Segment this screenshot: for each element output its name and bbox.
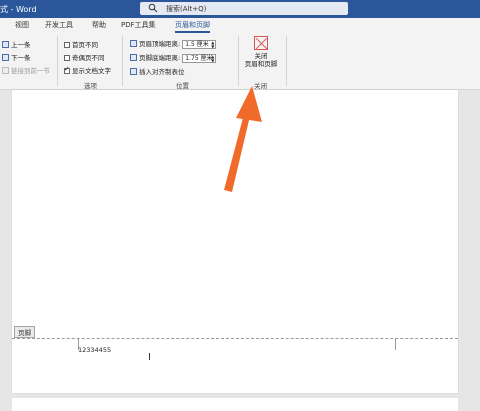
title-bar: 式 - Word 搜索(Alt+Q) [0, 0, 480, 18]
position-group-label: 位置 [176, 82, 189, 90]
footer-margin-corner-right [390, 338, 396, 350]
next-icon [2, 54, 9, 61]
close-label-line1: 关闭 [254, 52, 268, 60]
footer-from-bottom-input[interactable]: 1.75 厘米 ▲ ▼ [182, 53, 217, 63]
group-separator [286, 36, 287, 86]
group-separator [122, 36, 123, 86]
previous-icon [2, 41, 9, 48]
close-label-line2: 页眉和页脚 [244, 60, 278, 68]
different-odd-even-checkbox[interactable]: 奇偶页不同 [64, 52, 105, 62]
tab-help[interactable]: 帮助 [92, 20, 106, 30]
checkbox-label: 显示文档文字 [72, 67, 111, 75]
footer-text[interactable]: 12334455 [78, 346, 111, 354]
spinner-arrows-icon[interactable]: ▲ ▼ [211, 40, 214, 49]
checkbox-box [64, 55, 70, 61]
next-label: 下一条 [11, 54, 31, 62]
insert-alignment-tab-label: 插入对齐制表位 [139, 68, 185, 76]
header-from-top-value: 1.5 厘米 [185, 40, 209, 48]
next-button[interactable]: 下一条 [2, 52, 31, 62]
header-from-top-control: 页眉顶端距离: 1.5 厘米 ▲ ▼ [130, 38, 217, 49]
footer-tag: 页脚 [14, 326, 35, 338]
insert-alignment-tab-button[interactable]: 插入对齐制表位 [130, 66, 185, 76]
checkbox-label: 首页不同 [72, 41, 98, 49]
checkbox-box [64, 42, 70, 48]
link-icon [2, 67, 9, 74]
ribbon-tabs: 视图 开发工具 帮助 PDF工具集 页眉和页脚 [0, 18, 480, 33]
footer-from-bottom-value: 1.75 厘米 [185, 54, 213, 62]
group-separator [238, 36, 239, 86]
close-group-label: 关闭 [254, 82, 267, 90]
checkbox-label: 奇偶页不同 [72, 54, 105, 62]
footer-from-bottom-control: 页脚底端距离: 1.75 厘米 ▲ ▼ [130, 52, 217, 63]
search-icon [148, 3, 158, 15]
search-placeholder: 搜索(Alt+Q) [166, 5, 207, 13]
header-position-icon [130, 40, 137, 47]
spinner-arrows-icon[interactable]: ▲ ▼ [211, 54, 214, 63]
previous-label: 上一条 [11, 41, 31, 49]
close-icon [254, 36, 268, 50]
footer-position-icon [130, 54, 137, 61]
link-to-previous-button[interactable]: 链接到前一节 [2, 65, 50, 75]
tab-developer[interactable]: 开发工具 [45, 20, 73, 30]
checkbox-box-checked [64, 65, 70, 74]
tab-view[interactable]: 视图 [15, 20, 29, 30]
header-from-top-label: 页眉顶端距离: [139, 40, 181, 48]
previous-button[interactable]: 上一条 [2, 39, 31, 49]
alignment-tab-icon [130, 68, 137, 75]
window-title: 式 - Word [0, 5, 37, 14]
different-first-page-checkbox[interactable]: 首页不同 [64, 39, 98, 49]
tab-pdf-tools[interactable]: PDF工具集 [121, 20, 156, 30]
document-page[interactable]: 页脚 12334455 I [12, 90, 458, 393]
text-cursor-icon: I [148, 352, 151, 363]
next-page [12, 398, 458, 411]
show-document-text-checkbox[interactable]: 显示文档文字 [64, 65, 111, 75]
tab-header-footer[interactable]: 页眉和页脚 [175, 20, 210, 33]
close-header-footer-button[interactable]: 关闭 页眉和页脚 [241, 36, 281, 80]
footer-from-bottom-label: 页脚底端距离: [139, 54, 181, 62]
search-box[interactable]: 搜索(Alt+Q) [140, 2, 348, 15]
link-label: 链接到前一节 [11, 67, 50, 75]
group-separator [57, 36, 58, 86]
ribbon: 上一条 下一条 链接到前一节 首页不同 奇偶页不同 显示文档文字 选项 页眉顶端… [0, 33, 480, 90]
options-group-label: 选项 [84, 82, 97, 90]
document-area: 页脚 12334455 I [0, 90, 480, 411]
header-from-top-input[interactable]: 1.5 厘米 ▲ ▼ [182, 39, 217, 49]
